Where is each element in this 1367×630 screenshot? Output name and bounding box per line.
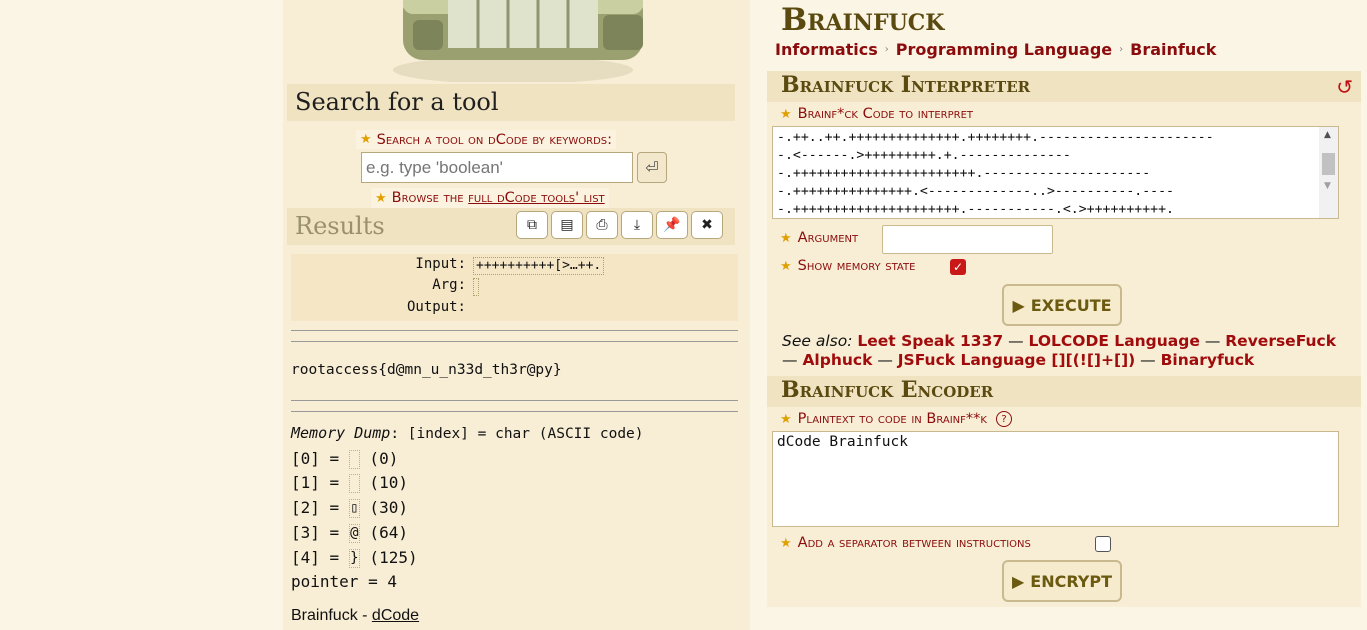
divider	[291, 341, 738, 342]
divider	[291, 400, 738, 401]
enter-icon: ⏎	[645, 158, 659, 177]
memory-row: [2] = ▯ (30)	[291, 498, 408, 518]
save-icon: ▤	[560, 217, 574, 233]
argument-label: ★ Argument	[780, 230, 859, 246]
code-scrollbar[interactable]: ▲ ▼	[1319, 127, 1338, 218]
memory-row: [0] = (0)	[291, 449, 399, 469]
plaintext-label: ★ Plaintext to code in Brainf**k ?	[780, 411, 1012, 427]
breadcrumb: Informatics › Programming Language › Bra…	[775, 40, 1216, 59]
star-icon: ★	[780, 230, 792, 246]
breadcrumb-programming-language[interactable]: Programming Language	[896, 40, 1112, 59]
divider	[291, 330, 738, 331]
separator-label: ★ Add a separator between instructions	[780, 535, 1031, 551]
print-button[interactable]: ⎙	[586, 211, 618, 239]
input-label: Input:	[415, 256, 466, 272]
pointer-value: pointer = 4	[291, 572, 397, 591]
dcode-link[interactable]: dCode	[372, 607, 419, 624]
pin-icon: 📌	[663, 217, 681, 233]
memory-state-label: ★ Show memory state	[780, 258, 916, 274]
results-io-box: Input: ++++++++++[>…++. Arg: Output:	[291, 254, 738, 321]
link-reversefuck[interactable]: ReverseFuck	[1225, 332, 1336, 350]
star-icon: ★	[780, 106, 792, 122]
plaintext-textarea[interactable]: dCode Brainfuck	[772, 431, 1339, 527]
pin-button[interactable]: 📌	[656, 211, 688, 239]
search-tip: ★ Search a tool on dCode by keywords:	[356, 130, 617, 149]
results-footer: Brainfuck - dCode	[291, 607, 420, 624]
page-title: Brainfuck	[781, 2, 945, 38]
search-title: Search for a tool	[295, 88, 499, 116]
search-section-header: Search for a tool	[287, 84, 735, 121]
memory-dump-header: Memory Dump: [index] = char (ASCII code)	[291, 424, 644, 442]
copy-button[interactable]: ⧉	[516, 211, 548, 239]
code-label: ★ Brainf*ck Code to interpret	[780, 106, 973, 122]
breadcrumb-informatics[interactable]: Informatics	[775, 40, 878, 59]
scroll-up-icon[interactable]: ▲	[1324, 130, 1331, 140]
search-submit-button[interactable]: ⏎	[637, 152, 667, 183]
memory-row: [3] = @ (64)	[291, 523, 408, 543]
memory-dump-title: Memory Dump	[291, 424, 391, 442]
close-results-button[interactable]: ✖	[691, 211, 723, 239]
browse-link-text[interactable]: full dCode tools' list	[468, 190, 605, 206]
input-value: ++++++++++[>…++.	[473, 257, 605, 275]
link-binaryfuck[interactable]: Binaryfuck	[1161, 351, 1255, 369]
encoder-header: Brainfuck Encoder	[767, 376, 1361, 407]
checkmark-icon: ✓	[952, 260, 964, 274]
star-icon: ★	[780, 535, 792, 551]
code-textarea[interactable]: -.++..++.++++++++++++++.++++++++.-------…	[772, 126, 1339, 219]
link-leet-speak[interactable]: Leet Speak 1337	[857, 332, 1003, 350]
link-lolcode[interactable]: LOLCODE Language	[1029, 332, 1200, 350]
link-jsfuck[interactable]: JSFuck Language [][(![]+[])	[898, 351, 1135, 369]
copy-icon: ⧉	[527, 217, 537, 233]
output-label: Output:	[406, 299, 466, 315]
arg-label: Arg:	[432, 277, 466, 293]
close-icon: ✖	[701, 217, 713, 233]
breadcrumb-brainfuck[interactable]: Brainfuck	[1130, 40, 1216, 59]
execute-button[interactable]: ▶ EXECUTE	[1002, 284, 1122, 326]
result-output-text: rootaccess{d@mn_u_n33d_th3r@py}	[291, 362, 562, 378]
cryptex-lock-image	[393, 0, 643, 82]
search-input[interactable]	[361, 152, 633, 183]
scroll-down-icon[interactable]: ▼	[1324, 181, 1331, 191]
browse-tools-link[interactable]: ★ Browse the full dCode tools' list	[371, 188, 609, 208]
main-content: Brainfuck Informatics › Programming Lang…	[767, 0, 1361, 630]
save-button[interactable]: ▤	[551, 211, 583, 239]
divider	[291, 411, 738, 412]
results-title: Results	[295, 212, 385, 240]
arg-value	[473, 278, 479, 296]
chevron-right-icon: ›	[1119, 44, 1124, 55]
star-icon: ★	[780, 258, 792, 274]
memory-dump-note: : [index] = char (ASCII code)	[390, 426, 644, 442]
dcode-banner-image	[283, 0, 750, 84]
play-icon: ▶	[1012, 295, 1025, 315]
encrypt-button[interactable]: ▶ ENCRYPT	[1002, 560, 1122, 602]
memory-row: [4] = } (125)	[291, 548, 418, 568]
scroll-thumb[interactable]	[1322, 153, 1335, 175]
print-icon: ⎙	[596, 217, 608, 233]
see-also: See also: Leet Speak 1337 — LOLCODE Lang…	[782, 332, 1337, 369]
argument-input[interactable]	[882, 225, 1053, 254]
star-icon: ★	[360, 132, 372, 147]
left-sidebar: Search for a tool ★ Search a tool on dCo…	[283, 0, 750, 630]
reset-icon[interactable]: ↺	[1336, 75, 1353, 99]
star-icon: ★	[780, 411, 792, 427]
chevron-right-icon: ›	[884, 44, 889, 55]
download-icon: ⤓	[633, 217, 641, 233]
browse-prefix: Browse the	[391, 190, 469, 206]
link-alphuck[interactable]: Alphuck	[802, 351, 872, 369]
interpreter-title: Brainfuck Interpreter	[781, 72, 1031, 98]
interpreter-header: Brainfuck Interpreter ↺	[767, 71, 1361, 102]
star-icon: ★	[375, 190, 387, 206]
encoder-panel: Brainfuck Encoder ★ Plaintext to code in…	[767, 375, 1361, 607]
download-button[interactable]: ⤓	[621, 211, 653, 239]
play-icon: ▶	[1011, 571, 1025, 591]
separator-checkbox[interactable]	[1095, 536, 1111, 552]
show-memory-checkbox[interactable]: ✓	[950, 259, 966, 275]
search-tip-label: Search a tool on dCode by keywords:	[376, 131, 613, 148]
encoder-title: Brainfuck Encoder	[781, 377, 994, 403]
interpreter-panel: Brainfuck Interpreter ↺ ★ Brainf*ck Code…	[767, 71, 1361, 375]
memory-row: [1] = (10)	[291, 473, 408, 493]
help-icon[interactable]: ?	[995, 411, 1012, 427]
